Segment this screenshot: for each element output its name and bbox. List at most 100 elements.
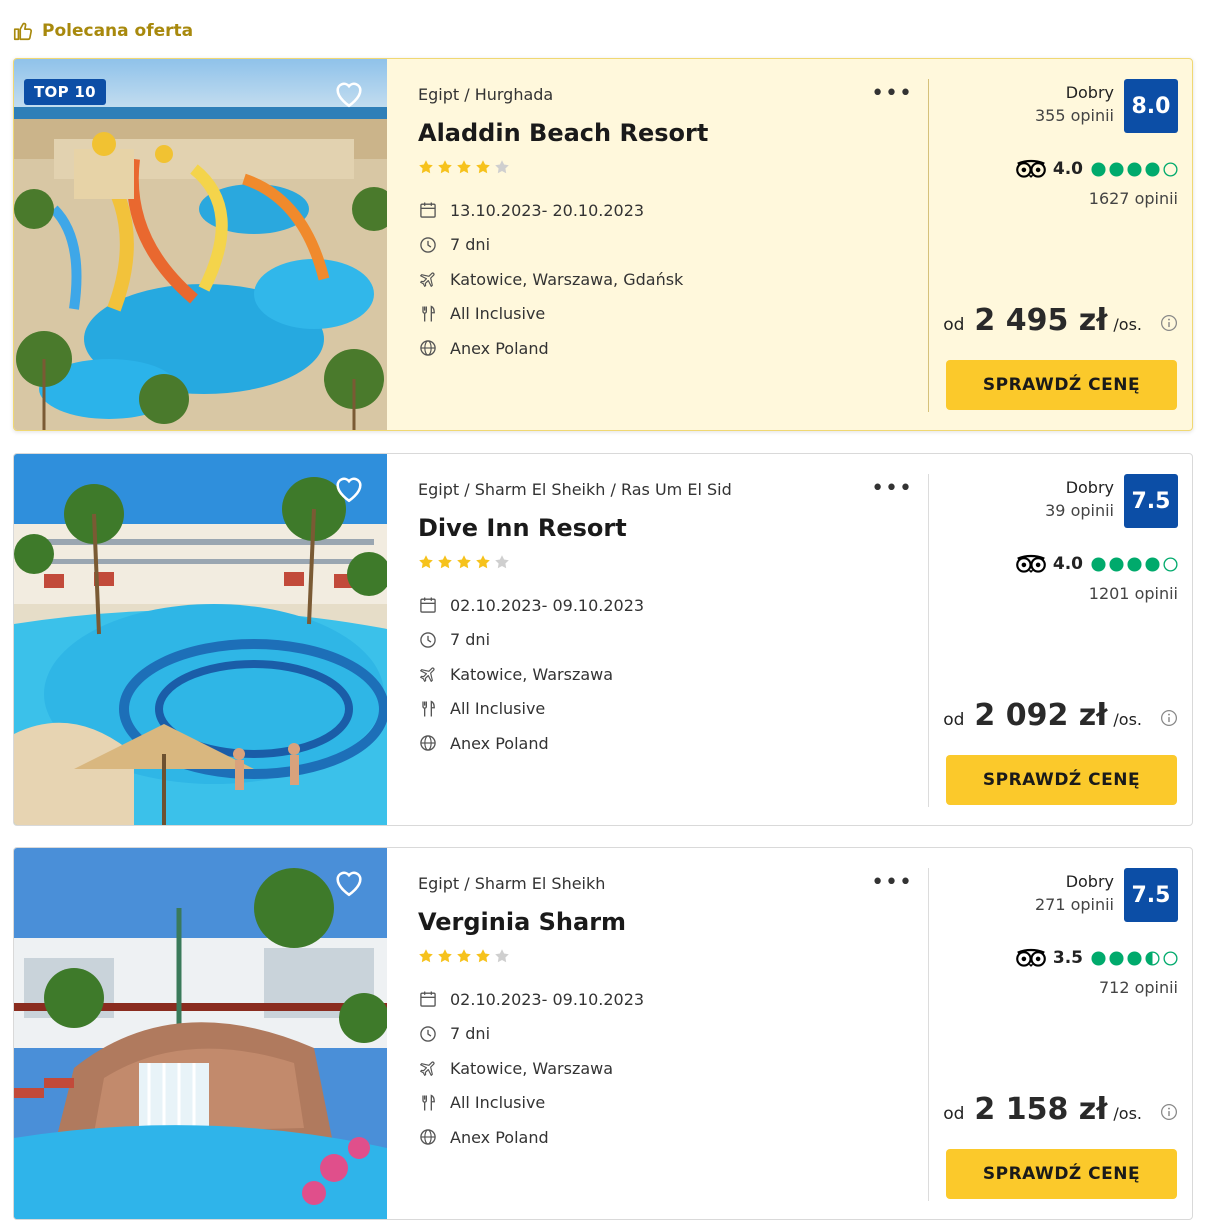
clock-icon — [420, 1026, 436, 1042]
bubble-full-icon — [1127, 950, 1142, 966]
check-price-button[interactable]: SPRAWDŹ CENĘ — [946, 1149, 1177, 1199]
plane-icon — [420, 1061, 435, 1077]
price-prefix: od — [943, 710, 965, 730]
bubble-empty-icon — [1163, 161, 1178, 177]
pool-resort-photo — [14, 454, 387, 825]
tripadvisor-score: 3.5 — [1052, 948, 1083, 968]
offer-dates: 02.10.2023- 09.10.2023 — [418, 982, 913, 1017]
hotel-stars — [418, 554, 913, 572]
tripadvisor-bubbles — [1091, 950, 1178, 966]
offer-pricing: Dobry 39 opinii 7.5 4.0 1201 opinii od 2… — [929, 454, 1192, 825]
tripadvisor-count: 1201 opinii — [1088, 584, 1178, 603]
bubble-full-icon — [1127, 161, 1142, 177]
rating-label: Dobry — [1065, 872, 1114, 891]
bubble-full-icon — [1109, 950, 1124, 966]
offer-info: Egipt / Hurghada ••• Aladdin Beach Resor… — [418, 77, 913, 417]
star-filled-icon — [476, 160, 490, 174]
star-empty-icon — [495, 949, 509, 963]
hotel-stars — [418, 948, 913, 966]
offer-duration: 7 dni — [418, 623, 913, 658]
info-icon[interactable] — [1160, 1103, 1178, 1121]
rating-score-badge: 7.5 — [1124, 868, 1178, 922]
calendar-icon — [420, 991, 436, 1007]
offer-price: od 2 092 zł /os. — [943, 698, 1178, 733]
heart-favorite-icon[interactable] — [332, 472, 366, 504]
offer-card[interactable]: Egipt / Sharm El Sheikh / Ras Um El Sid … — [13, 453, 1193, 826]
waterpark-resort-photo — [14, 59, 387, 430]
rating-count: 39 opinii — [1045, 501, 1114, 520]
globe-icon — [420, 340, 436, 356]
star-filled-icon — [419, 555, 433, 569]
offer-info: Egipt / Sharm El Sheikh ••• Verginia Sha… — [418, 866, 913, 1206]
bubble-half-icon — [1145, 950, 1160, 966]
bubble-full-icon — [1145, 556, 1160, 572]
tripadvisor-bubbles — [1091, 556, 1178, 572]
hotel-name[interactable]: Dive Inn Resort — [418, 514, 913, 544]
offer-board: All Inclusive — [418, 692, 913, 727]
heart-favorite-icon[interactable] — [332, 77, 366, 109]
plane-icon — [420, 667, 435, 683]
star-filled-icon — [438, 949, 452, 963]
price-suffix: /os. — [1113, 315, 1142, 334]
tripadvisor-rating: 3.5 — [1015, 948, 1178, 968]
offer-pricing: Dobry 355 opinii 8.0 4.0 1627 opinii od … — [929, 59, 1192, 430]
offer-info: Egipt / Sharm El Sheikh / Ras Um El Sid … — [418, 472, 913, 812]
star-filled-icon — [438, 555, 452, 569]
info-icon[interactable] — [1160, 314, 1178, 332]
bubble-full-icon — [1109, 556, 1124, 572]
plane-icon — [420, 272, 435, 288]
calendar-icon — [420, 597, 436, 613]
cutlery-icon — [422, 700, 435, 717]
hotel-photo[interactable]: TOP 10 — [14, 59, 387, 430]
bubble-full-icon — [1109, 161, 1124, 177]
offer-board: All Inclusive — [418, 1086, 913, 1121]
waterfall-pool-photo — [14, 848, 387, 1219]
more-options-icon[interactable]: ••• — [871, 478, 913, 500]
offer-price: od 2 158 zł /os. — [943, 1092, 1178, 1127]
offer-duration: 7 dni — [418, 1017, 913, 1052]
offer-card[interactable]: Egipt / Sharm El Sheikh ••• Verginia Sha… — [13, 847, 1193, 1220]
offer-price: od 2 495 zł /os. — [943, 303, 1178, 338]
offer-departure: Katowice, Warszawa — [418, 1051, 913, 1086]
tripadvisor-rating: 4.0 — [1015, 159, 1178, 179]
price-prefix: od — [943, 315, 965, 335]
hotel-name[interactable]: Verginia Sharm — [418, 908, 913, 938]
star-filled-icon — [457, 949, 471, 963]
offer-duration: 7 dni — [418, 228, 913, 263]
tripadvisor-rating: 4.0 — [1015, 554, 1178, 574]
rating-label: Dobry — [1065, 478, 1114, 497]
check-price-button[interactable]: SPRAWDŹ CENĘ — [946, 755, 1177, 805]
heart-favorite-icon[interactable] — [332, 866, 366, 898]
star-filled-icon — [419, 160, 433, 174]
tripadvisor-count: 1627 opinii — [1088, 189, 1178, 208]
rating-label: Dobry — [1065, 83, 1114, 102]
price-value: 2 092 zł — [974, 698, 1108, 733]
recommended-offer-text: Polecana oferta — [42, 21, 194, 41]
price-value: 2 495 zł — [974, 303, 1108, 338]
offer-location: Egipt / Hurghada — [418, 85, 554, 104]
star-filled-icon — [457, 555, 471, 569]
price-value: 2 158 zł — [974, 1092, 1108, 1127]
bubble-full-icon — [1091, 161, 1106, 177]
rating-score-badge: 7.5 — [1124, 474, 1178, 528]
bubble-full-icon — [1127, 556, 1142, 572]
star-filled-icon — [438, 160, 452, 174]
offer-operator: Anex Poland — [418, 726, 913, 761]
hotel-photo[interactable] — [14, 454, 387, 825]
bubble-full-icon — [1145, 161, 1160, 177]
more-options-icon[interactable]: ••• — [871, 83, 913, 105]
info-icon[interactable] — [1160, 709, 1178, 727]
clock-icon — [420, 237, 436, 253]
hotel-name[interactable]: Aladdin Beach Resort — [418, 119, 913, 149]
cutlery-icon — [422, 305, 435, 322]
tripadvisor-score: 4.0 — [1052, 159, 1083, 179]
hotel-photo[interactable] — [14, 848, 387, 1219]
rating-count: 355 opinii — [1034, 106, 1114, 125]
check-price-button[interactable]: SPRAWDŹ CENĘ — [946, 360, 1177, 410]
offer-card[interactable]: TOP 10 Egipt / Hurghada ••• Aladdin Beac… — [13, 58, 1193, 431]
more-options-icon[interactable]: ••• — [871, 872, 913, 894]
bubble-full-icon — [1091, 950, 1106, 966]
star-filled-icon — [476, 555, 490, 569]
tripadvisor-owl-icon — [1016, 159, 1046, 178]
globe-icon — [420, 735, 436, 751]
